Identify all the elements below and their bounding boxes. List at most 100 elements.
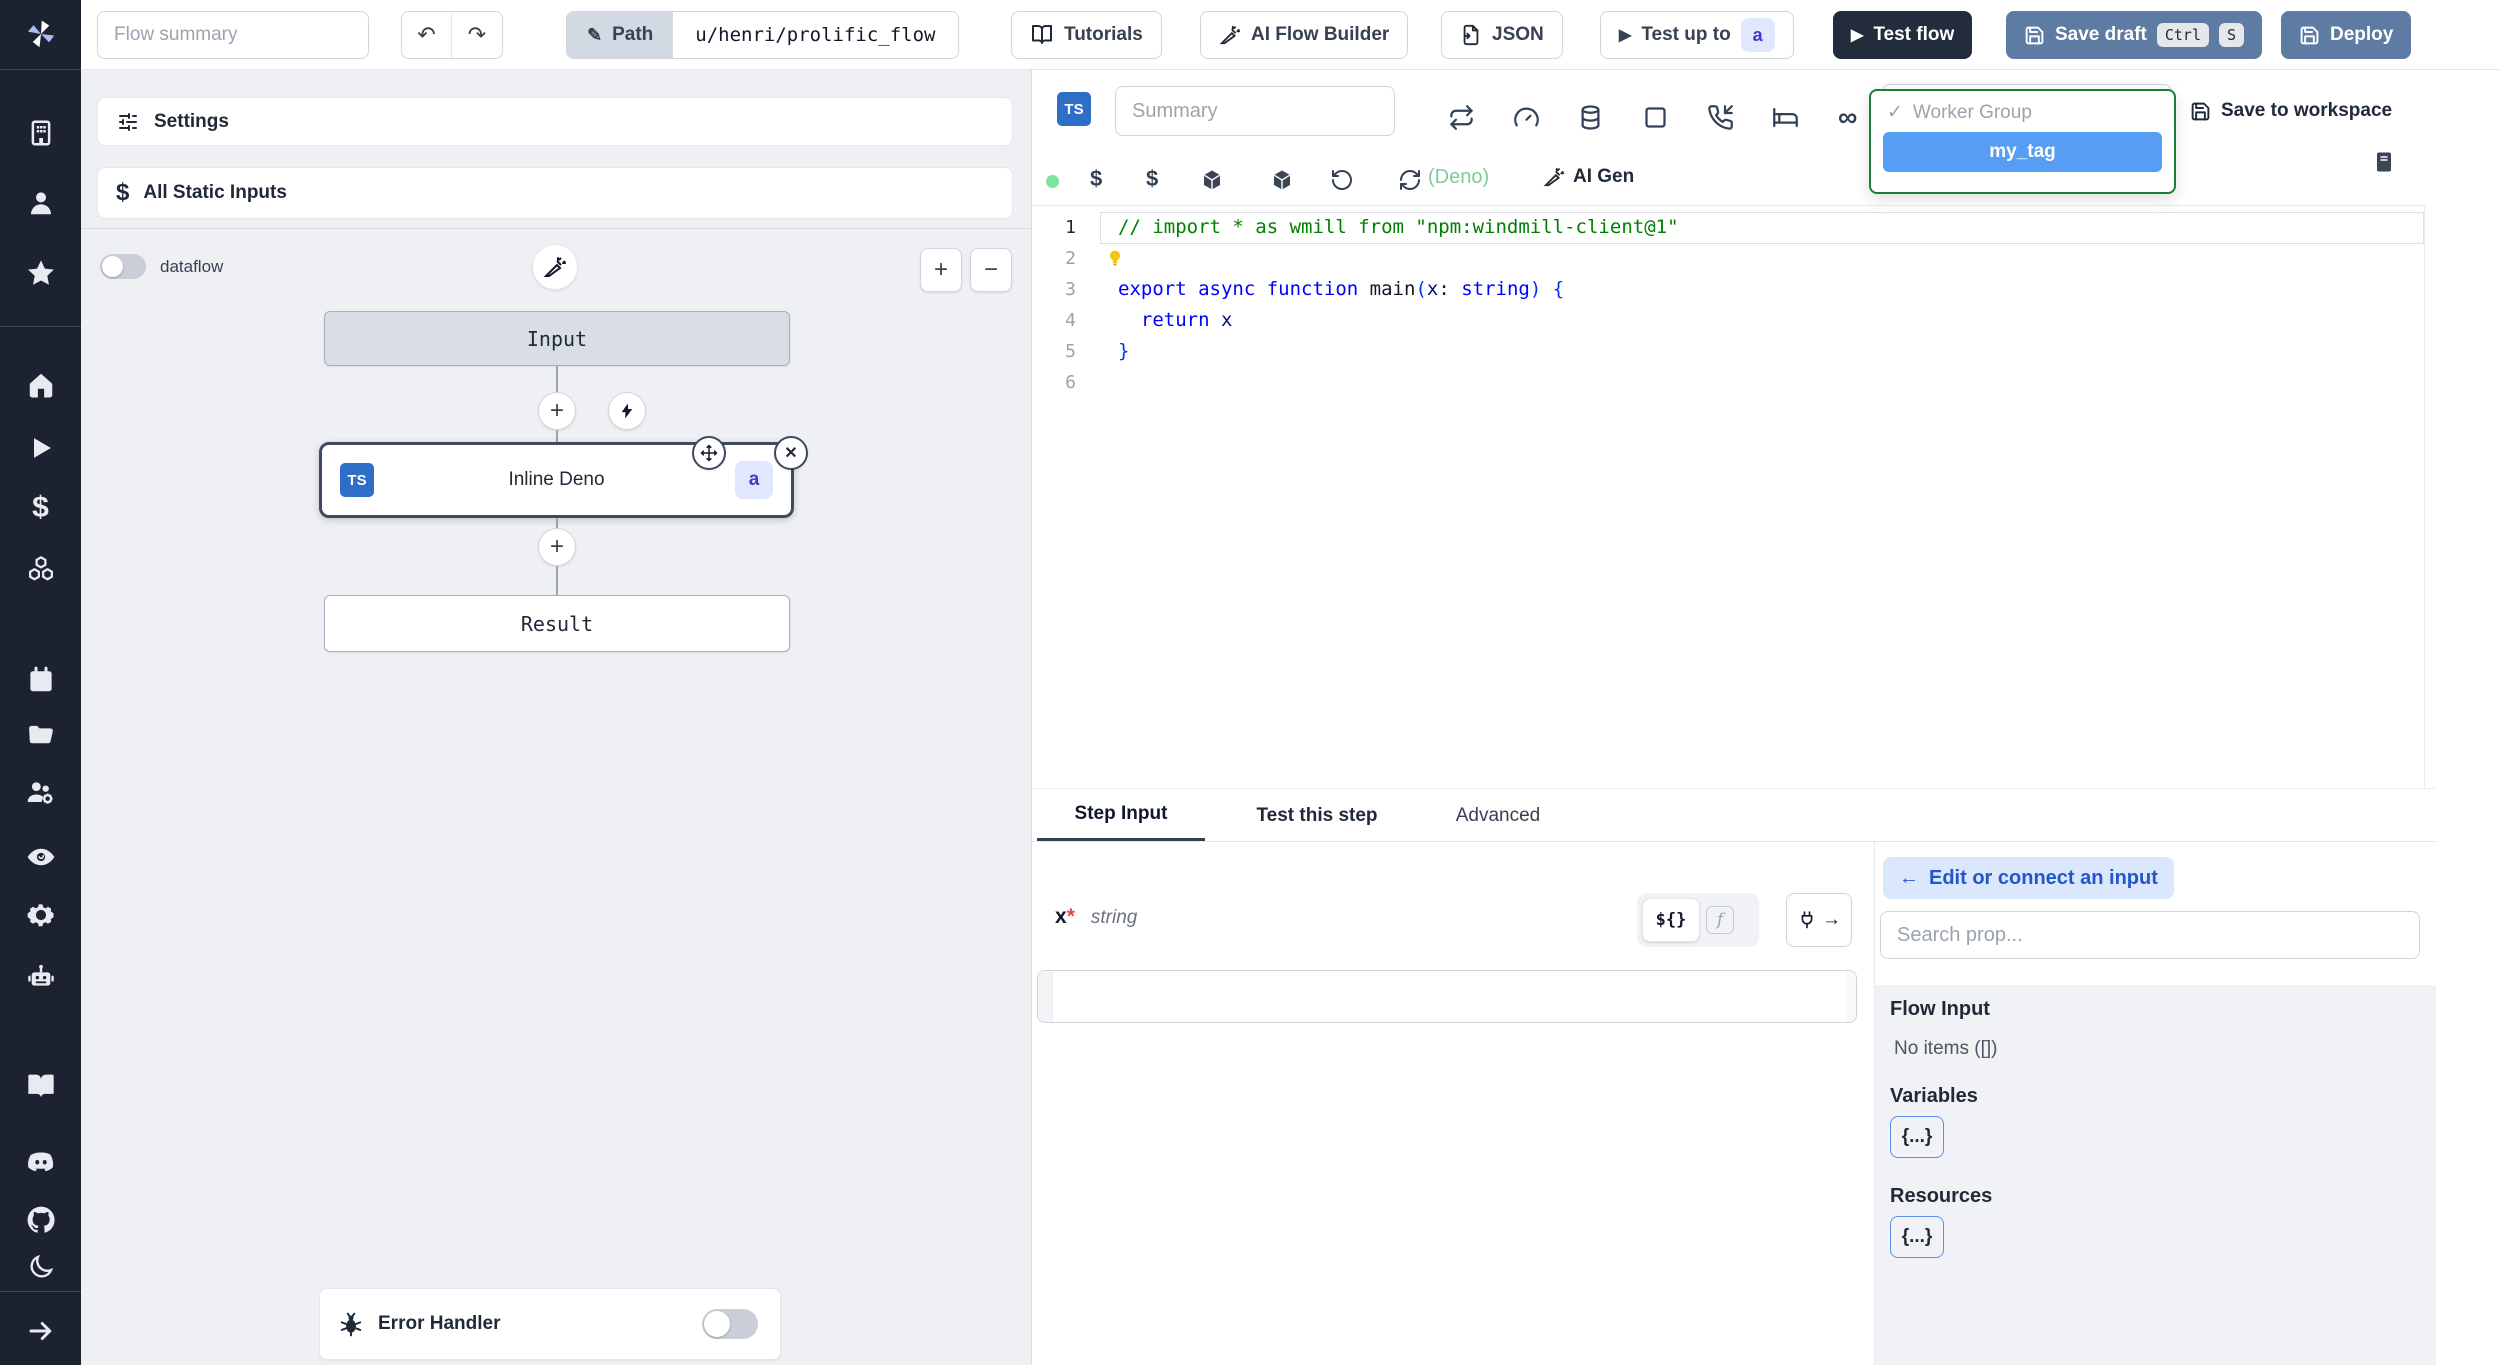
search-prop-input[interactable] <box>1880 911 2420 959</box>
edge-line <box>556 366 558 394</box>
tab-step-input[interactable]: Step Input <box>1037 790 1205 841</box>
dark-mode-moon-icon[interactable] <box>0 1249 81 1285</box>
field-value-input[interactable] <box>1037 970 1857 1023</box>
typescript-badge: TS <box>340 463 374 497</box>
flow-summary-input[interactable] <box>97 11 369 59</box>
groups-users-gear-icon[interactable] <box>0 772 81 812</box>
undo-icon[interactable]: ↶ <box>402 12 452 58</box>
error-handler-toggle[interactable] <box>702 1309 758 1339</box>
save-to-workspace-button[interactable]: Save to workspace <box>2190 100 2392 122</box>
bug-icon <box>338 1311 364 1337</box>
resources-boxes-icon[interactable] <box>0 548 81 588</box>
save-icon <box>2024 25 2045 46</box>
code-token: function <box>1266 278 1370 300</box>
arrow-right-icon: → <box>1822 909 1841 930</box>
input-node[interactable]: Input <box>324 311 790 366</box>
user-icon[interactable] <box>0 183 81 223</box>
ai-magic-button[interactable] <box>532 244 578 290</box>
variables-dollar-icon[interactable]: $ <box>0 488 81 528</box>
package-cube-icon[interactable] <box>1200 168 1224 192</box>
schedules-calendar-icon[interactable] <box>0 660 81 700</box>
variables-object-chip[interactable]: {...} <box>1890 1116 1944 1158</box>
zoom-in-button[interactable]: + <box>920 248 962 292</box>
plug-icon <box>1797 910 1817 930</box>
field-type: string <box>1090 907 1138 928</box>
add-step-button[interactable]: + <box>538 528 576 566</box>
favorites-star-icon[interactable] <box>0 253 81 293</box>
path-group[interactable]: ✎ Path u/henri/prolific_flow <box>566 11 959 59</box>
my-tag-option[interactable]: my_tag <box>1883 132 2162 172</box>
edit-or-connect-pill[interactable]: ← Edit or connect an input <box>1883 857 2174 899</box>
wand-icon <box>1219 24 1241 46</box>
connect-input-button[interactable]: → <box>1786 893 1852 947</box>
variable-dollar-icon[interactable]: $ <box>1090 166 1102 192</box>
windmill-logo-icon[interactable] <box>0 14 81 54</box>
lightbulb-icon[interactable] <box>1104 247 1126 269</box>
save-draft-button[interactable]: Save draft Ctrl S <box>2006 11 2263 59</box>
edge-line <box>556 566 558 595</box>
flow-settings-card[interactable]: Settings <box>97 97 1013 146</box>
cache-database-icon[interactable] <box>1577 104 1604 131</box>
test-up-to-button[interactable]: ▶ Test up to a <box>1600 11 1794 59</box>
tab-advanced[interactable]: Advanced <box>1443 790 1553 841</box>
test-up-to-label: Test up to <box>1641 24 1731 45</box>
runs-play-icon[interactable] <box>0 428 81 468</box>
deploy-button[interactable]: Deploy <box>2281 11 2412 59</box>
workers-robot-icon[interactable] <box>0 957 81 997</box>
fn-mode-button[interactable]: f <box>1706 906 1734 934</box>
code-line-3[interactable]: export async function main(x: string) { <box>1118 274 1564 305</box>
worker-group-option[interactable]: ✓ Worker Group <box>1871 91 2174 130</box>
summary-input[interactable] <box>1115 86 1395 136</box>
github-icon[interactable] <box>0 1200 81 1240</box>
workspace-building-icon[interactable] <box>0 113 81 153</box>
ai-gen-button[interactable]: AI Gen <box>1543 166 1634 188</box>
worker-group-label: Worker Group <box>1912 101 2032 123</box>
tutorials-button[interactable]: Tutorials <box>1011 11 1162 59</box>
retry-repeat-icon[interactable] <box>1448 104 1475 131</box>
audit-logs-eye-icon[interactable] <box>0 837 81 877</box>
path-edit-segment[interactable]: ✎ Path <box>567 12 674 58</box>
zoom-out-button[interactable]: − <box>970 248 1012 292</box>
suspend-phone-icon[interactable] <box>1707 104 1734 131</box>
tab-test-this-step[interactable]: Test this step <box>1237 790 1397 841</box>
resources-object-chip[interactable]: {...} <box>1890 1216 1944 1258</box>
delete-node-icon[interactable]: ✕ <box>774 436 808 470</box>
folders-icon[interactable] <box>0 714 81 754</box>
package-cube-icon[interactable] <box>1270 168 1294 192</box>
concurrency-gauge-icon[interactable] <box>1513 104 1540 131</box>
add-step-button[interactable]: + <box>538 392 576 430</box>
refresh-icon[interactable] <box>1398 168 1422 192</box>
resources-title: Resources <box>1890 1185 1993 1207</box>
expr-mode-button[interactable]: ${} <box>1642 898 1700 942</box>
move-node-handle[interactable] <box>692 436 726 470</box>
line-number: 4 <box>1065 310 1076 331</box>
library-book-icon[interactable] <box>2372 150 2396 174</box>
code-line-4[interactable]: return x <box>1118 305 1233 336</box>
trigger-bolt-button[interactable] <box>608 392 646 430</box>
error-handler-card[interactable]: Error Handler <box>319 1288 781 1360</box>
early-stop-square-icon[interactable] <box>1642 104 1669 131</box>
sidebar-divider <box>0 326 81 327</box>
redo-icon[interactable]: ↷ <box>452 12 502 58</box>
code-line-1[interactable]: // import * as wmill from "npm:windmill-… <box>1118 212 1679 243</box>
home-icon[interactable] <box>0 365 81 405</box>
sleep-bed-icon[interactable] <box>1772 104 1799 131</box>
ai-flow-builder-button[interactable]: AI Flow Builder <box>1200 11 1409 59</box>
docs-book-icon[interactable] <box>0 1066 81 1106</box>
settings-gear-icon[interactable] <box>0 895 81 935</box>
discord-icon[interactable] <box>0 1142 81 1182</box>
reset-rotate-ccw-icon[interactable] <box>1330 168 1354 192</box>
json-button[interactable]: JSON <box>1441 11 1563 59</box>
result-node[interactable]: Result <box>324 595 790 652</box>
resource-dollar-icon[interactable]: $ <box>1146 166 1158 192</box>
test-flow-label: Test flow <box>1873 24 1955 45</box>
loop-infinity-icon[interactable]: ∞ <box>1838 102 1857 133</box>
code-token: } <box>1118 340 1130 362</box>
expand-sidebar-arrow-icon[interactable] <box>0 1311 81 1351</box>
all-static-inputs-card[interactable]: $ All Static Inputs <box>97 167 1013 219</box>
code-line-5[interactable]: } <box>1118 336 1129 367</box>
line-number: 1 <box>1065 217 1076 238</box>
dataflow-toggle[interactable] <box>100 254 146 279</box>
field-label-row: x* string <box>1055 905 1137 929</box>
test-flow-button[interactable]: ▶ Test flow <box>1833 11 1973 59</box>
